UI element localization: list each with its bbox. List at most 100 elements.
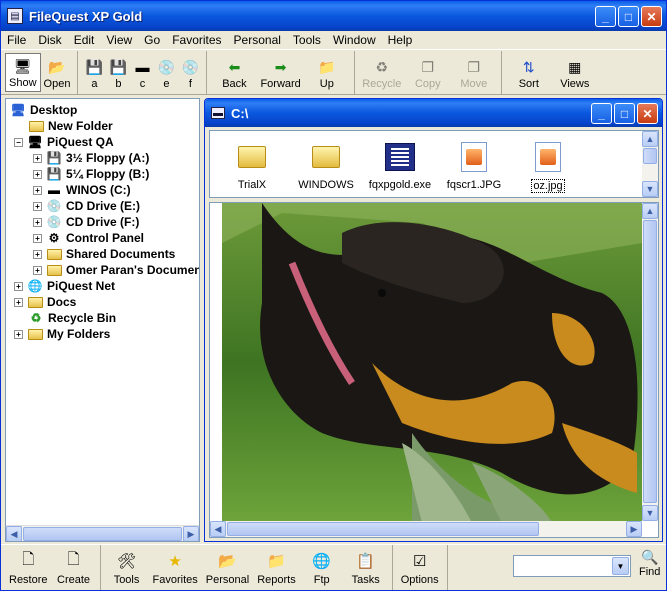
tree-item-my-folders[interactable]: + My Folders	[14, 326, 110, 342]
find-combo-box[interactable]: ▼	[513, 555, 631, 577]
menu-window[interactable]: Window	[333, 33, 376, 47]
tools-button[interactable]: 🛠 Tools	[105, 547, 149, 588]
scroll-right-button[interactable]: ▶	[626, 521, 642, 537]
close-button[interactable]: ✕	[641, 6, 662, 27]
scroll-up-button[interactable]: ▲	[642, 131, 658, 147]
tree-item-docs[interactable]: + Docs	[14, 294, 76, 310]
scroll-thumb[interactable]	[227, 522, 539, 536]
forward-button[interactable]: ➡ Forward	[257, 53, 303, 92]
scroll-thumb[interactable]	[643, 220, 657, 503]
show-button[interactable]: 🖥 Show	[5, 53, 41, 92]
tree-item-piquest-qa[interactable]: − 🖥 PiQuest QA	[14, 134, 114, 150]
up-button[interactable]: 📁 Up	[304, 53, 350, 92]
reports-button[interactable]: 📁 Reports	[253, 547, 300, 588]
recycle-button[interactable]: ♻ Recycle	[359, 53, 405, 92]
expand-toggle[interactable]: +	[14, 329, 23, 339]
expand-toggle[interactable]: +	[14, 297, 23, 307]
file-item-fqxpgold-exe[interactable]: fqxpgold.exe	[360, 141, 440, 191]
tasks-button[interactable]: 📋 Tasks	[344, 547, 388, 588]
drive-f-button[interactable]: 💿 f	[178, 53, 202, 92]
file-item-fqscr1-jpg[interactable]: fqscr1.JPG	[434, 141, 514, 191]
child-minimize-button[interactable]: _	[591, 103, 612, 124]
scroll-left-button[interactable]: ◀	[210, 521, 226, 537]
menu-file[interactable]: File	[7, 33, 26, 47]
minimize-button[interactable]: _	[595, 6, 616, 27]
menu-view[interactable]: View	[106, 33, 132, 47]
tree-item-winos-c[interactable]: + ▬ WINOS (C:)	[33, 182, 131, 198]
expand-toggle[interactable]: +	[33, 201, 42, 211]
tree-item-piquest-net[interactable]: + 🌐 PiQuest Net	[14, 278, 115, 294]
drive-c-button[interactable]: ▬ c	[130, 53, 154, 92]
move-button[interactable]: ❐ Move	[451, 53, 497, 92]
expand-toggle[interactable]: +	[33, 265, 42, 275]
create-button[interactable]: 🗋 Create	[52, 547, 96, 588]
menu-disk[interactable]: Disk	[38, 33, 61, 47]
tree-item-shared-documents[interactable]: + Shared Documents	[33, 246, 175, 262]
scroll-down-button[interactable]: ▼	[642, 505, 658, 521]
file-list[interactable]: TrialX WINDOWS fqxpgold.exe fqscr1.JPG o…	[209, 130, 659, 198]
menu-go[interactable]: Go	[144, 33, 160, 47]
expand-toggle[interactable]: +	[33, 185, 42, 195]
options-icon: ☑	[412, 553, 427, 570]
copy-button[interactable]: ❐ Copy	[405, 53, 451, 92]
folder-tree[interactable]: 🖥 Desktop New Folder − 🖥 PiQuest QA + 💾 …	[5, 98, 200, 542]
control-panel-icon: ⚙	[48, 231, 60, 245]
back-button[interactable]: ⬅ Back	[211, 53, 257, 92]
scroll-thumb[interactable]	[23, 527, 182, 541]
image-preview-pane[interactable]: ▲ ▼ ◀ ▶	[209, 202, 659, 538]
file-item-windows[interactable]: WINDOWS	[286, 141, 366, 191]
restore-button[interactable]: 🗋 Restore	[5, 547, 52, 588]
tree-item-cd-e[interactable]: + 💿 CD Drive (E:)	[33, 198, 140, 214]
child-title-bar[interactable]: ▬ C:\ _ □ ✕	[205, 99, 662, 127]
tree-item-desktop[interactable]: 🖥 Desktop	[10, 102, 77, 118]
drive-e-button[interactable]: 💿 e	[154, 53, 178, 92]
drive-a-button[interactable]: 💾 a	[82, 53, 106, 92]
open-button[interactable]: 📂 Open	[41, 53, 74, 92]
tree-item-cd-f[interactable]: + 💿 CD Drive (F:)	[33, 214, 139, 230]
expand-toggle[interactable]: +	[33, 217, 42, 227]
options-button[interactable]: ☑ Options	[397, 547, 443, 588]
tree-item-omer-documents[interactable]: + Omer Paran's Documents	[33, 262, 199, 278]
menu-personal[interactable]: Personal	[234, 33, 281, 47]
tree-item-floppy-a[interactable]: + 💾 3½ Floppy (A:)	[33, 150, 149, 166]
scroll-left-button[interactable]: ◀	[6, 526, 22, 541]
layout-toolbar-group: ⇅ Sort ▦ Views	[502, 51, 602, 94]
tree-item-floppy-b[interactable]: + 💾 5¼ Floppy (B:)	[33, 166, 149, 182]
preview-vertical-scrollbar[interactable]: ▲ ▼	[642, 203, 658, 521]
child-close-button[interactable]: ✕	[637, 103, 658, 124]
scroll-thumb[interactable]	[643, 148, 657, 164]
expand-toggle[interactable]: +	[33, 249, 42, 259]
menu-favorites[interactable]: Favorites	[172, 33, 221, 47]
views-button[interactable]: ▦ Views	[552, 53, 598, 92]
bottom-group-tools: 🛠 Tools ★ Favorites 📂 Personal 📁 Reports…	[101, 545, 393, 590]
preview-horizontal-scrollbar[interactable]: ◀ ▶	[210, 521, 642, 537]
ftp-button[interactable]: 🌐 Ftp	[300, 547, 344, 588]
file-item-trialx[interactable]: TrialX	[212, 141, 292, 191]
maximize-button[interactable]: □	[618, 6, 639, 27]
drive-b-button[interactable]: 💾 b	[106, 53, 130, 92]
title-bar[interactable]: ▤ FileQuest XP Gold _ □ ✕	[1, 1, 666, 31]
child-maximize-button[interactable]: □	[614, 103, 635, 124]
sort-button[interactable]: ⇅ Sort	[506, 53, 552, 92]
file-item-oz-jpg[interactable]: oz.jpg	[508, 141, 588, 193]
collapse-toggle[interactable]: −	[14, 137, 23, 147]
expand-toggle[interactable]: +	[33, 153, 42, 163]
find-button[interactable]: 🔍 Find	[639, 549, 660, 578]
dropdown-arrow-icon[interactable]: ▼	[612, 557, 629, 575]
scroll-down-button[interactable]: ▼	[642, 181, 658, 197]
scroll-right-button[interactable]: ▶	[183, 526, 199, 541]
scroll-up-button[interactable]: ▲	[642, 203, 658, 219]
tree-item-new-folder[interactable]: New Folder	[28, 118, 113, 134]
personal-button[interactable]: 📂 Personal	[202, 547, 253, 588]
menu-tools[interactable]: Tools	[293, 33, 321, 47]
expand-toggle[interactable]: +	[33, 169, 42, 179]
tree-horizontal-scrollbar[interactable]: ◀ ▶	[6, 525, 199, 541]
menu-edit[interactable]: Edit	[74, 33, 95, 47]
favorites-button[interactable]: ★ Favorites	[149, 547, 202, 588]
menu-help[interactable]: Help	[388, 33, 413, 47]
tree-item-control-panel[interactable]: + ⚙ Control Panel	[33, 230, 144, 246]
file-list-vertical-scrollbar[interactable]: ▲ ▼	[642, 131, 658, 197]
expand-toggle[interactable]: +	[33, 233, 42, 243]
tree-item-recycle-bin[interactable]: ♻ Recycle Bin	[28, 310, 116, 326]
expand-toggle[interactable]: +	[14, 281, 23, 291]
